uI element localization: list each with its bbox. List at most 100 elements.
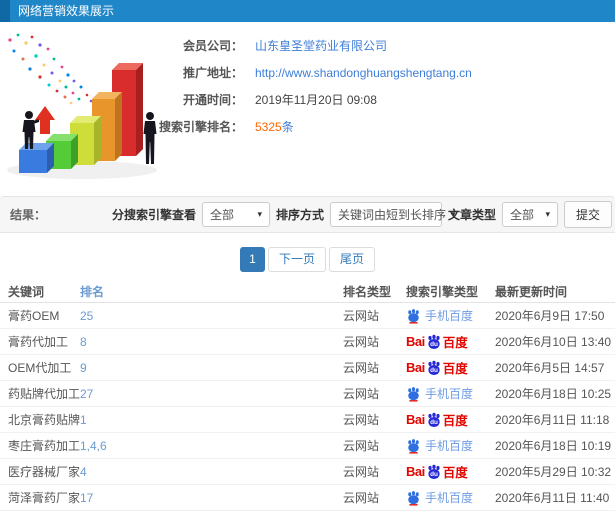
- info-field-company: 会员公司： 山东皇圣堂药业有限公司: [153, 32, 583, 59]
- baidu-logo: Bai du 百度: [406, 334, 468, 350]
- rank-link[interactable]: 27: [80, 387, 343, 401]
- company-link[interactable]: 山东皇圣堂药业有限公司: [255, 39, 387, 53]
- engine-cell: Bai du 百度 手机百度: [406, 385, 495, 402]
- svg-text:du: du: [430, 341, 438, 348]
- engine-cell: Bai du 百度 手机百度: [406, 358, 495, 377]
- mobile-baidu-paw-icon: [408, 386, 419, 401]
- keyword-cell: 菏泽膏药厂家: [8, 491, 81, 505]
- rank-type-cell: 云网站: [343, 335, 380, 349]
- rank-link[interactable]: 17: [80, 491, 343, 505]
- info-field-open-time: 开通时间： 2019年11月20日 09:08: [153, 86, 583, 113]
- engine-cell: Bai du 百度 手机百度: [406, 462, 495, 481]
- results-bar: 结果： 分搜索引擎查看 全部 ▾ 排序方式 关键词由短到长排序 ▾ 文章类型 全…: [0, 196, 615, 233]
- sort-select[interactable]: 关键词由短到长排序 ▾: [329, 202, 456, 227]
- baidu-logo: Bai du 百度: [406, 360, 468, 376]
- promo-url-link[interactable]: http://www.shandonghuangshengtang.cn: [255, 66, 472, 80]
- table-body: 膏药OEM 25 云网站 Bai du 百度: [0, 303, 615, 511]
- keyword-cell: OEM代加工: [8, 361, 72, 375]
- rank-link[interactable]: 9: [80, 361, 343, 375]
- rank-link[interactable]: 1: [80, 413, 343, 427]
- mobile-baidu-logo: 手机百度: [406, 437, 473, 454]
- mobile-baidu-paw-icon: [408, 438, 419, 453]
- rank-type-cell: 云网站: [343, 465, 380, 479]
- header-cell-updated: 最新更新时间: [495, 284, 568, 299]
- updated-time-cell: 2020年6月9日 17:50: [495, 309, 605, 323]
- baidu-paw-icon: du: [428, 334, 440, 349]
- table-row: 膏药OEM 25 云网站 Bai du 百度: [0, 303, 615, 329]
- mobile-baidu-logo: 手机百度: [406, 307, 473, 324]
- updated-time-cell: 2020年6月18日 10:19: [495, 439, 612, 453]
- updated-time-cell: 2020年6月11日 11:18: [495, 413, 610, 427]
- marketing-effect-page: 网络营销效果展示 会员公司： 山东皇圣堂药业有限公司 推广地址： http://…: [0, 0, 615, 520]
- table-header: 关键词 排名 排名类型 搜索引擎类型 最新更新时间: [0, 280, 615, 303]
- table-row: 药贴牌代加工 27 云网站 Bai du 百度: [0, 381, 615, 407]
- keyword-cell: 枣庄膏药加工: [8, 439, 81, 453]
- baidu-logo: Bai du 百度: [406, 412, 468, 428]
- last-page-button[interactable]: 尾页: [329, 247, 376, 272]
- engine-select-value: 全部: [209, 208, 234, 222]
- engine-cell: Bai du 百度 手机百度: [406, 332, 495, 351]
- table-row: 枣庄膏药加工 1,4,6 云网站 Bai du 百度: [0, 433, 615, 459]
- table-row: OEM代加工 9 云网站 Bai du 百度 2020年6月5日 14:57: [0, 355, 615, 381]
- header-accent: [0, 0, 10, 22]
- header-cell-keyword: 关键词: [8, 284, 45, 299]
- table-row: 北京膏药贴牌 1 云网站 Bai du 百度 2020年6月11日 11:18: [0, 407, 615, 433]
- baidu-paw-icon: du: [428, 412, 440, 427]
- updated-time-cell: 2020年6月11日 11:40: [495, 491, 610, 505]
- updated-time-cell: 2020年6月5日 14:57: [495, 361, 605, 375]
- rank-link[interactable]: 4: [80, 465, 343, 479]
- rank-link[interactable]: 8: [80, 335, 343, 349]
- baidu-logo: Bai du 百度: [406, 464, 468, 480]
- next-page-button[interactable]: 下一页: [267, 247, 326, 272]
- info-field-url: 推广地址： http://www.shandonghuangshengtang.…: [153, 59, 583, 86]
- page-title: 网络营销效果展示: [18, 4, 115, 18]
- engine-cell: Bai du 百度 手机百度: [406, 410, 495, 429]
- engine-cell: Bai du 百度 手机百度: [406, 437, 495, 454]
- results-label: 结果：: [10, 208, 47, 222]
- mobile-baidu-logo: 手机百度: [406, 385, 473, 402]
- header-cell-rank: 排名: [80, 284, 105, 299]
- rank-type-cell: 云网站: [343, 361, 380, 375]
- field-label: 推广地址：: [182, 66, 243, 80]
- article-type-label: 文章类型: [447, 208, 496, 222]
- ranking-count: 5325: [255, 120, 282, 134]
- table-row: 菏泽膏药厂家 17 云网站 Bai du 百度: [0, 485, 615, 511]
- results-table: 关键词 排名 排名类型 搜索引擎类型 最新更新时间 膏药OEM 25 云网站 B…: [0, 280, 615, 511]
- rank-link[interactable]: 25: [80, 309, 343, 323]
- field-label: 会员公司：: [182, 39, 243, 53]
- table-row: 膏药代加工 8 云网站 Bai du 百度 2020年6月10日 13:40: [0, 329, 615, 355]
- rank-link[interactable]: 1,4,6: [80, 439, 343, 453]
- keyword-cell: 医疗器械厂家: [8, 465, 81, 479]
- keyword-cell: 北京膏药贴牌: [8, 413, 81, 427]
- field-label: 开通时间：: [182, 93, 243, 107]
- rank-type-cell: 云网站: [343, 413, 380, 427]
- article-type-select[interactable]: 全部 ▾: [502, 202, 558, 227]
- mobile-baidu-paw-icon: [408, 308, 419, 323]
- svg-text:du: du: [430, 367, 438, 374]
- updated-time-cell: 2020年5月29日 10:32: [495, 465, 612, 479]
- ranking-count-unit: 条: [281, 120, 294, 134]
- page-button-current[interactable]: 1: [239, 247, 265, 272]
- sort-select-value: 关键词由短到长排序: [337, 208, 446, 222]
- engine-cell: Bai du 百度 手机百度: [406, 489, 495, 506]
- filter-controls: 分搜索引擎查看 全部 ▾ 排序方式 关键词由短到长排序 ▾ 文章类型 全部 ▾ …: [112, 201, 615, 228]
- rank-type-cell: 云网站: [343, 491, 380, 505]
- rank-type-cell: 云网站: [343, 309, 380, 323]
- field-label: 搜索引擎排名：: [158, 120, 243, 134]
- rank-type-cell: 云网站: [343, 387, 380, 401]
- svg-text:du: du: [430, 419, 438, 426]
- submit-button[interactable]: 提交: [564, 201, 612, 228]
- svg-text:du: du: [430, 471, 438, 478]
- table-row: 医疗器械厂家 4 云网站 Bai du 百度 2020年5月29日 10:32: [0, 459, 615, 485]
- baidu-paw-icon: du: [428, 360, 440, 375]
- mobile-baidu-logo: 手机百度: [406, 489, 473, 506]
- mobile-baidu-paw-icon: [408, 490, 419, 505]
- header-cell-engine: 搜索引擎类型: [406, 284, 479, 299]
- chevron-down-icon: ▾: [545, 209, 550, 219]
- engine-select[interactable]: 全部 ▾: [201, 202, 270, 227]
- app-header: 网络营销效果展示: [0, 0, 615, 22]
- keyword-cell: 药贴牌代加工: [8, 387, 81, 401]
- chevron-down-icon: ▾: [257, 209, 262, 219]
- updated-time-cell: 2020年6月18日 10:25: [495, 387, 612, 401]
- rank-type-cell: 云网站: [343, 439, 380, 453]
